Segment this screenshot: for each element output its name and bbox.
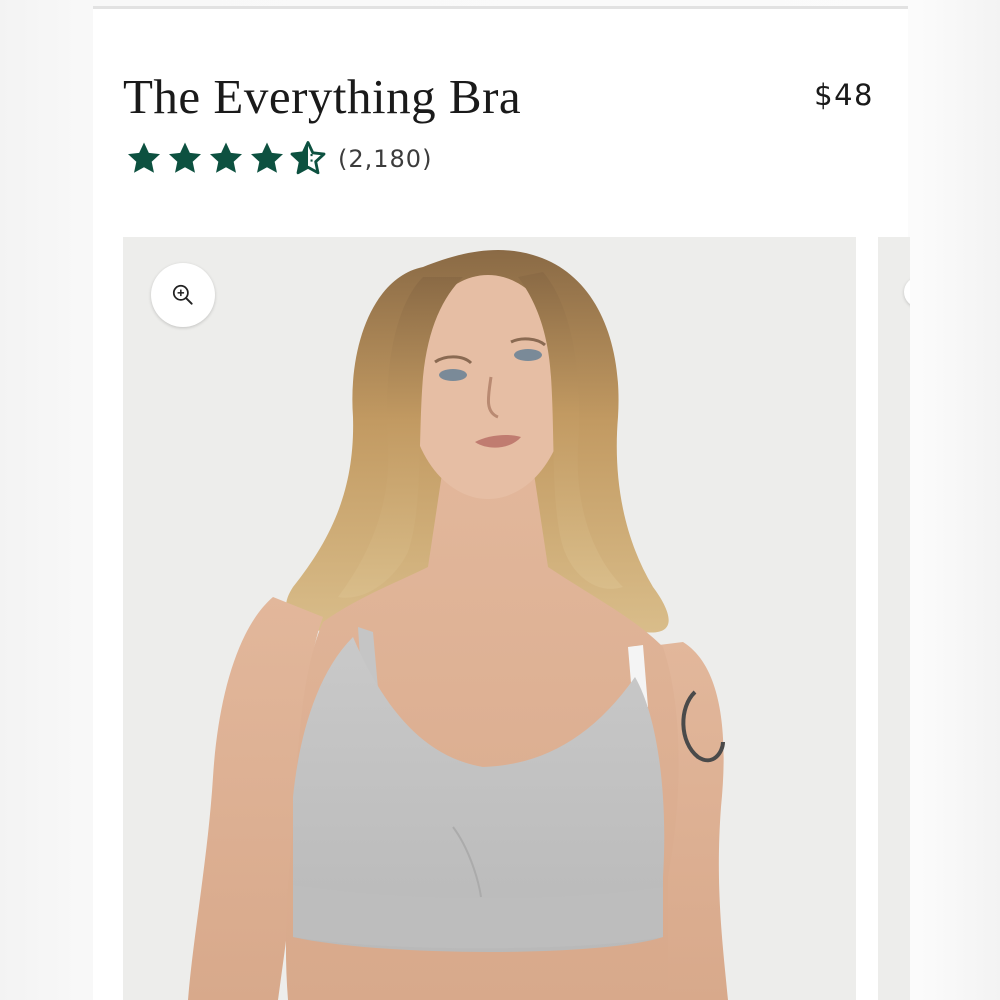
product-rating[interactable]: (2,180) [125,140,432,178]
review-count[interactable]: (2,180) [338,145,432,173]
top-divider [93,6,908,9]
zoom-button[interactable] [151,263,215,327]
product-price: $48 [814,78,874,112]
star-half-icon [290,141,326,175]
star-full-icon [210,142,242,173]
zoom-in-icon [172,284,193,305]
page: The Everything Bra $48 (2,180) [0,0,1000,1000]
product-title: The Everything Bra [123,69,522,124]
next-zoom-button[interactable] [904,277,910,307]
star-full-icon [128,142,160,173]
star-full-icon [169,142,201,173]
next-product-image[interactable] [878,237,910,1000]
product-image[interactable] [123,237,856,1000]
star-full-icon [251,142,283,173]
model-photo [188,250,728,1000]
product-card: The Everything Bra $48 (2,180) [93,6,908,1000]
